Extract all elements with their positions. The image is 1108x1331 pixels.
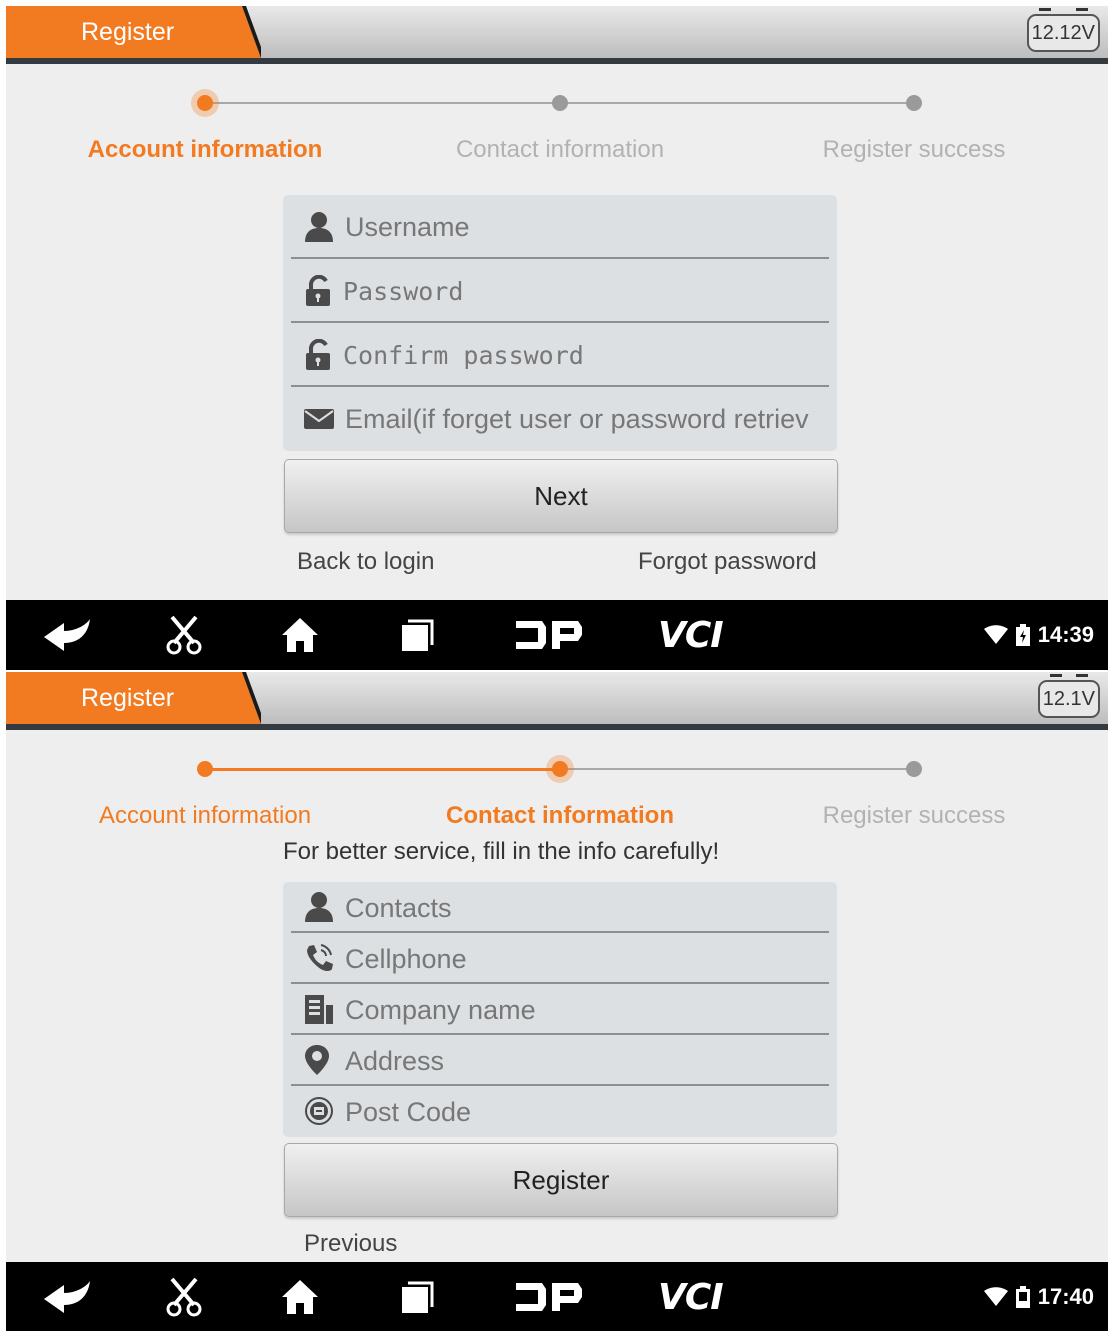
system-nav-bar: VCI 14:39 [6,600,1108,670]
home-icon[interactable] [280,600,320,670]
password-field [283,259,837,323]
cellphone-field [283,933,837,984]
step-dot-success [906,761,922,777]
address-field [283,1035,837,1086]
vci-icon[interactable]: VCI [658,1262,724,1331]
step-dot-success [906,95,922,111]
address-input[interactable] [345,1041,825,1081]
back-icon[interactable] [42,1262,92,1331]
title-tab: Register [6,6,261,58]
confirm-password-field [283,323,837,387]
title-tab: Register [6,672,261,724]
register-screen-account: Register 12.12V Account information Cont… [6,6,1108,670]
register-screen-contact: Register 12.1V Account information Conta… [6,672,1108,1331]
user-icon [304,891,334,923]
clock: 14:39 [1037,622,1094,647]
contact-form [283,882,837,1137]
step-line-2 [560,102,914,104]
status-area: 17:40 [983,1262,1094,1331]
step-dot-contact [552,95,568,111]
clock: 17:40 [1037,1284,1094,1309]
battery-icon [1015,624,1030,646]
postcode-icon [304,1095,334,1127]
step-label-contact: Contact information [455,136,665,163]
back-to-login-link[interactable]: Back to login [297,548,434,576]
back-icon[interactable] [42,600,92,670]
phone-icon [304,942,334,974]
step-label-account: Account information [98,802,312,829]
step-line-2 [560,768,914,770]
email-input[interactable] [345,399,825,439]
contacts-input[interactable] [345,888,825,928]
battery-icon [1015,1286,1030,1308]
voltage-indicator: 12.12V [1026,8,1100,52]
postcode-field [283,1086,837,1137]
page-title: Register [81,684,175,712]
confirm-password-input[interactable] [343,335,823,375]
username-input[interactable] [345,207,825,247]
register-button[interactable]: Register [284,1143,838,1217]
location-pin-icon [304,1044,334,1076]
username-field [283,195,837,259]
next-button[interactable]: Next [284,459,838,533]
register-content: Account information Contact information … [6,64,1108,600]
building-icon [304,993,334,1025]
progress-stepper: Account information Contact information … [6,64,1108,184]
postcode-input[interactable] [345,1092,825,1132]
title-bar: Register 12.1V [6,672,1108,724]
cellphone-input[interactable] [345,939,825,979]
wifi-icon [983,625,1008,644]
step-dot-contact [552,761,568,777]
progress-stepper: Account information Contact information … [6,730,1108,850]
form-hint: For better service, fill in the info car… [283,838,720,865]
envelope-icon [304,403,334,435]
lock-icon [304,275,334,307]
vci-icon[interactable]: VCI [658,600,724,670]
company-field [283,984,837,1035]
step-label-account: Account information [87,136,323,163]
vci-label: VCI [658,614,724,656]
step-line-1 [205,102,560,104]
account-form [283,195,837,451]
step-dot-account [197,95,213,111]
recent-apps-icon[interactable] [400,600,436,670]
status-area: 14:39 [983,600,1094,670]
step-label-contact: Contact information [446,802,674,829]
forgot-password-link[interactable]: Forgot password [638,548,817,576]
scissors-icon[interactable] [164,1262,204,1331]
email-field [283,387,837,451]
wifi-icon [983,1287,1008,1306]
page-title: Register [81,18,175,46]
dp-logo-icon[interactable] [514,600,584,670]
company-input[interactable] [345,990,825,1030]
recent-apps-icon[interactable] [400,1262,436,1331]
title-bar: Register 12.12V [6,6,1108,58]
user-icon [304,211,334,243]
scissors-icon[interactable] [164,600,204,670]
register-content: Account information Contact information … [6,730,1108,1262]
step-label-success: Register success [822,802,1006,829]
lock-icon [304,339,334,371]
voltage-indicator: 12.1V [1037,674,1100,718]
previous-link[interactable]: Previous [304,1230,397,1258]
password-input[interactable] [343,271,823,311]
home-icon[interactable] [280,1262,320,1331]
contacts-field [283,882,837,933]
vci-label: VCI [658,1276,724,1318]
step-line-1 [205,768,560,771]
step-dot-account [197,761,213,777]
dp-logo-icon[interactable] [514,1262,584,1331]
step-label-success: Register success [822,136,1006,163]
system-nav-bar: VCI 17:40 [6,1262,1108,1331]
